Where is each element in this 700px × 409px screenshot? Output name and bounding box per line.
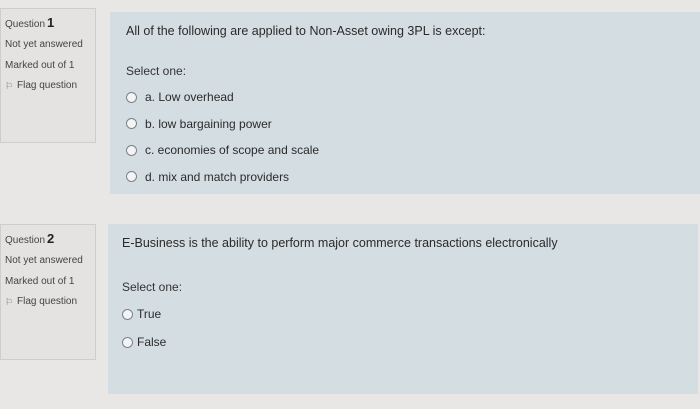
question-text: E-Business is the ability to perform maj… (122, 236, 558, 250)
answer-label: b. low bargaining power (145, 116, 272, 131)
answer-options: a. Low overhead b. low bargaining power … (126, 84, 700, 190)
question-number: Question 2 (5, 231, 95, 246)
flag-question-link[interactable]: ⚐ Flag question (5, 295, 95, 309)
answer-label: c. economies of scope and scale (145, 143, 320, 158)
flag-question-label: Flag question (17, 80, 78, 91)
answer-label: True (137, 307, 162, 321)
answer-label: a. Low overhead (145, 90, 234, 105)
answer-option-b[interactable]: b. low bargaining power (126, 111, 700, 138)
question-state: Not yet answered (5, 39, 83, 50)
answer-label: False (137, 335, 167, 349)
question-number-value: 2 (47, 231, 55, 246)
answer-option-a[interactable]: a. Low overhead (126, 84, 700, 111)
question-label: Question (5, 19, 46, 30)
question-2: Question 2 Not yet answered Marked out of… (0, 224, 700, 398)
question-marks: Marked out of 1 (5, 276, 75, 287)
answer-option-c[interactable]: c. economies of scope and scale (126, 137, 700, 164)
question-number-value: 1 (47, 15, 55, 30)
answer-option-false[interactable]: False (122, 328, 698, 356)
radio-button[interactable] (122, 336, 133, 348)
question-content: All of the following are applied to Non-… (110, 12, 700, 194)
question-state: Not yet answered (5, 255, 83, 266)
answer-option-d[interactable]: d. mix and match providers (126, 164, 700, 191)
question-number: Question 1 (5, 15, 95, 30)
answer-option-true[interactable]: True (122, 300, 698, 328)
question-text: All of the following are applied to Non-… (126, 24, 486, 38)
question-label: Question (5, 235, 46, 246)
question-content: E-Business is the ability to perform maj… (108, 224, 698, 394)
question-info-panel: Question 1 Not yet answered Marked out of… (0, 8, 96, 143)
question-marks: Marked out of 1 (5, 60, 75, 71)
radio-button[interactable] (126, 171, 137, 183)
flag-icon: ⚐ (5, 81, 14, 91)
question-info-panel: Question 2 Not yet answered Marked out of… (0, 224, 96, 360)
select-one-prompt: Select one: (122, 280, 183, 294)
answer-label: d. mix and match providers (145, 169, 290, 184)
radio-button[interactable] (126, 144, 137, 156)
select-one-prompt: Select one: (126, 64, 187, 78)
radio-button[interactable] (126, 118, 137, 130)
question-1: Question 1 Not yet answered Marked out of… (0, 8, 700, 198)
radio-button[interactable] (126, 91, 137, 103)
radio-button[interactable] (122, 308, 133, 320)
flag-question-label: Flag question (17, 296, 78, 307)
flag-question-link[interactable]: ⚐ Flag question (5, 79, 95, 93)
flag-icon: ⚐ (5, 297, 14, 307)
answer-options: True False (122, 300, 698, 356)
